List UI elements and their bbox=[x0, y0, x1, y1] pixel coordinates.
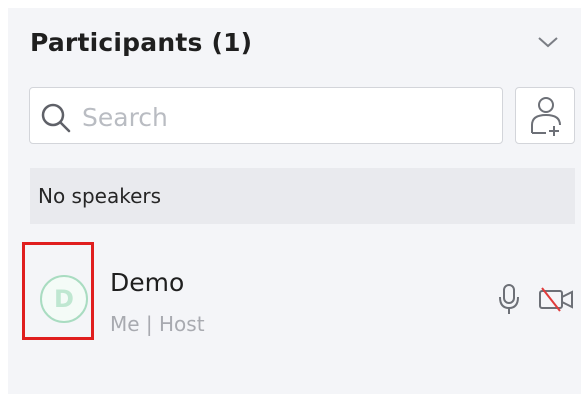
camera-off-icon[interactable] bbox=[538, 287, 574, 313]
participant-name: Demo bbox=[110, 268, 185, 297]
add-user-icon bbox=[531, 97, 561, 136]
panel-title: Participants (1) bbox=[30, 28, 253, 57]
participants-panel: Participants (1) No speakers D Demo Me |… bbox=[8, 8, 581, 394]
search-icon bbox=[41, 103, 71, 133]
participant-role: Me | Host bbox=[110, 312, 205, 336]
participant-row[interactable]: D Demo Me | Host bbox=[22, 242, 575, 352]
invite-participant-button[interactable] bbox=[515, 87, 575, 144]
avatar[interactable]: D bbox=[40, 275, 88, 323]
search-box[interactable] bbox=[29, 87, 503, 144]
search-input[interactable] bbox=[80, 98, 494, 136]
collapse-button[interactable] bbox=[536, 34, 560, 50]
no-speakers-label: No speakers bbox=[38, 184, 162, 208]
speakers-section: No speakers bbox=[30, 168, 575, 224]
microphone-icon[interactable] bbox=[498, 284, 520, 316]
avatar-letter: D bbox=[54, 285, 74, 313]
chevron-down-icon bbox=[538, 37, 558, 48]
